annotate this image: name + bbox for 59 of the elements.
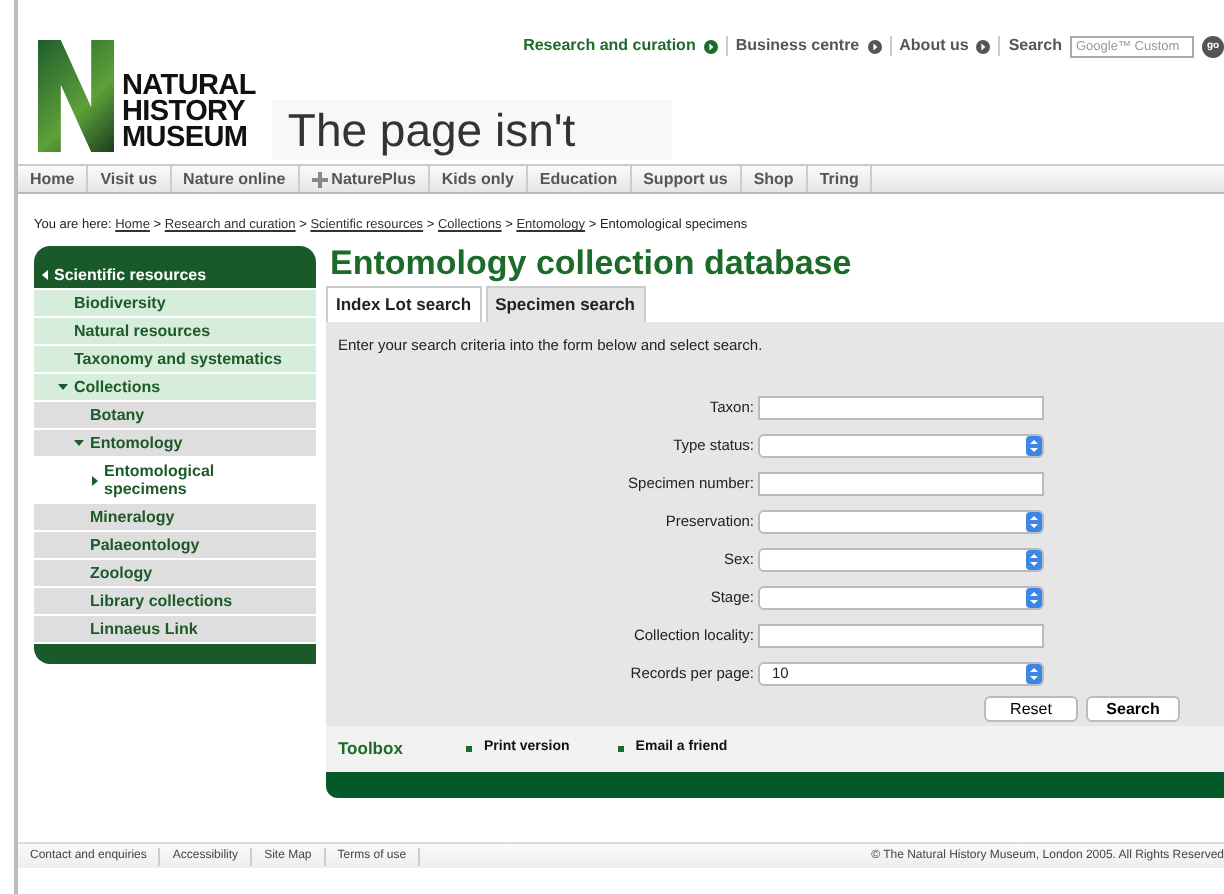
dropdown-arrows-icon	[1026, 587, 1042, 607]
top-nav-link[interactable]: About us	[899, 34, 991, 58]
bullet-icon	[617, 745, 624, 752]
nav-tab[interactable]: NaturePlus	[299, 166, 430, 192]
sidebar-item[interactable]: Palaeontology	[34, 532, 316, 560]
sidebar-item[interactable]: Biodiversity	[34, 290, 316, 318]
dropdown-arrows-icon	[1026, 511, 1042, 531]
top-nav-link[interactable]: Business centre	[735, 34, 882, 58]
sidebar-item[interactable]: Zoology	[34, 560, 316, 588]
sidebar-item[interactable]: Linnaeus Link	[34, 616, 316, 644]
sidebar-item[interactable]: Collections	[34, 374, 316, 402]
tagline: The page isn't	[271, 100, 672, 160]
dropdown[interactable]	[758, 509, 1044, 533]
caret-left-icon	[42, 270, 48, 280]
nav-tab[interactable]: Nature online	[171, 166, 300, 192]
text-field[interactable]	[758, 471, 1044, 495]
plus-icon	[311, 171, 328, 187]
toolbox-title: Toolbox	[338, 735, 405, 762]
dropdown[interactable]	[758, 433, 1044, 457]
nav-tab[interactable]: Education	[527, 166, 632, 192]
top-nav-link[interactable]: Research and curation	[523, 34, 718, 58]
search-button[interactable]: Search	[1086, 696, 1180, 722]
sidebar-item[interactable]: Mineralogy	[34, 504, 316, 532]
logo-text: MUSEUM	[122, 126, 250, 152]
nav-tab[interactable]: Support us	[631, 166, 742, 192]
search-label: Search	[1008, 34, 1062, 58]
page-title: Entomology collection database	[330, 246, 854, 282]
nav-tab[interactable]: Home	[18, 166, 89, 192]
sidebar-item[interactable]: Scientific resources	[34, 262, 316, 290]
sidebar-item[interactable]: Botany	[34, 402, 316, 430]
arrow-circle-icon	[976, 39, 991, 53]
text-field[interactable]	[758, 623, 1044, 647]
dropdown[interactable]	[758, 547, 1044, 571]
nav-tab[interactable]: Shop	[741, 166, 808, 192]
nav-tab[interactable]: Visit us	[88, 166, 172, 192]
sidebar-item[interactable]: Entomology	[34, 430, 316, 458]
nav-tab[interactable]: Kids only	[429, 166, 528, 192]
sidebar-item[interactable]: Natural resources	[34, 318, 316, 346]
logo[interactable]: NATURAL HISTORY MUSEUM	[38, 40, 256, 152]
nav-tab[interactable]: Tring	[807, 166, 873, 192]
reset-button[interactable]: Reset	[984, 696, 1078, 722]
logo-text: HISTORY	[122, 100, 248, 126]
dropdown[interactable]	[758, 585, 1044, 609]
arrow-circle-icon	[867, 39, 882, 53]
dropdown-arrows-icon	[1026, 549, 1042, 569]
text-field[interactable]	[758, 395, 1044, 419]
bullet-icon	[466, 745, 472, 752]
dropdown-arrows-icon	[1026, 663, 1042, 683]
sidebar-item[interactable]: Library collections	[34, 588, 316, 616]
caret-down-icon	[58, 384, 68, 390]
sidebar-item[interactable]: Taxonomy and systematics	[34, 346, 316, 374]
caret-right-icon	[92, 475, 98, 485]
caret-down-icon	[74, 440, 84, 446]
dropdown-arrows-icon	[1026, 435, 1042, 455]
logo-n-mark	[38, 40, 114, 152]
tab[interactable]: Specimen search	[485, 286, 645, 322]
arrow-circle-icon	[703, 39, 718, 53]
logo-text: NATURAL	[122, 74, 256, 100]
tab[interactable]: Index Lot search	[326, 286, 482, 322]
